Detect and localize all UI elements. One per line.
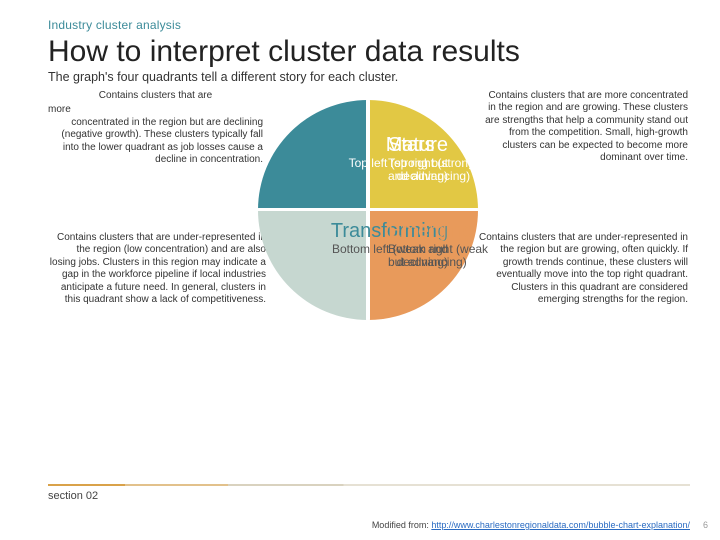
desc-mature-lead: Contains clusters that are	[48, 90, 263, 103]
subtitle: The graph's four quadrants tell a differ…	[48, 70, 690, 84]
page-title: How to interpret cluster data results	[48, 36, 690, 68]
desc-mature-more: more	[48, 104, 263, 117]
label-stars-sub: Top right (strong and advancing)	[388, 156, 475, 184]
section-label: section 02	[48, 490, 690, 502]
credit-link[interactable]: http://www.charlestonregionaldata.com/bu…	[431, 520, 690, 530]
desc-mature: Contains clusters that are more concentr…	[48, 90, 263, 167]
label-emerging: Emerging Bottom right (weak but advancin…	[388, 220, 508, 271]
desc-transforming: Contains clusters that are under-represe…	[48, 232, 266, 307]
label-stars-heading: Stars	[388, 134, 498, 157]
label-emerging-heading: Emerging	[388, 220, 508, 243]
page-number: 6	[703, 520, 708, 530]
desc-mature-body: concentrated in the region but are decli…	[61, 117, 263, 166]
quadrant-diagram: Contains clusters that are more concentr…	[48, 90, 678, 410]
slide: Industry cluster analysis How to interpr…	[0, 0, 720, 540]
label-emerging-sub: Bottom right (weak but advancing)	[388, 242, 488, 270]
credit-line: Modified from: http://www.charlestonregi…	[372, 520, 690, 530]
footer-rule	[48, 484, 690, 486]
desc-emerging: Contains clusters that are under-represe…	[478, 232, 688, 307]
credit-prefix: Modified from:	[372, 520, 432, 530]
label-stars: Stars Top right (strong and advancing)	[388, 134, 498, 185]
eyebrow: Industry cluster analysis	[48, 18, 690, 32]
footer: section 02	[48, 484, 690, 502]
quadrant-labels: Mature Top left (strong but declining) S…	[258, 100, 478, 320]
desc-stars: Contains clusters that are more concentr…	[478, 90, 688, 165]
